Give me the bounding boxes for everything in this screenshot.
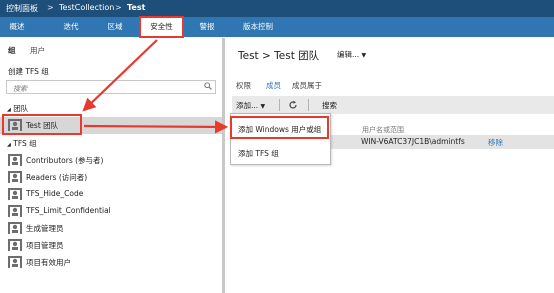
group-icon <box>8 171 22 183</box>
menu-item-highlight-box <box>230 116 329 139</box>
breadcrumb-root[interactable]: 控制面板 <box>6 3 38 14</box>
tab-areas[interactable]: 区域 <box>98 17 132 37</box>
tfs-groups-section-header[interactable]: ◢ TFS 组 <box>7 138 37 149</box>
group-row[interactable]: 项目有效用户 <box>0 254 222 271</box>
search-button[interactable]: 搜索 <box>322 100 337 111</box>
toolbar-divider <box>308 99 309 111</box>
tab-alerts[interactable]: 警报 <box>190 17 224 37</box>
mode-groups-toggle[interactable]: 组 <box>8 45 16 56</box>
group-search-field[interactable] <box>6 80 216 95</box>
members-toolbar: 添加... ▼ 搜索 <box>232 96 554 114</box>
toolbar-divider <box>279 99 280 111</box>
add-menu-button[interactable]: 添加... ▼ <box>236 100 265 111</box>
chevron-down-icon: ▼ <box>260 103 266 110</box>
breadcrumb-separator: > <box>115 3 122 12</box>
collapse-triangle-icon[interactable]: ◢ <box>7 142 11 148</box>
group-label: TFS_Limit_Confidential <box>26 206 111 215</box>
create-tfs-group-link[interactable]: 创建 TFS 组 <box>8 66 49 77</box>
breadcrumb: 控制面板 > TestCollection > Test <box>0 0 554 17</box>
tab-version-control[interactable]: 版本控制 <box>234 17 282 37</box>
refresh-icon[interactable] <box>288 100 298 110</box>
teams-section-header[interactable]: ◢ 团队 <box>7 103 28 114</box>
group-row[interactable]: Readers (访问者) <box>0 169 222 186</box>
group-label: Contributors (参与者) <box>26 156 104 165</box>
add-tfs-group-menu-item[interactable]: 添加 TFS 组 <box>238 148 279 159</box>
tab-overview[interactable]: 概述 <box>0 17 34 37</box>
subtab-permissions[interactable]: 权限 <box>236 80 251 91</box>
tab-highlight-box <box>139 16 184 38</box>
search-input[interactable] <box>11 82 195 95</box>
group-row[interactable]: 生成管理员 <box>0 220 222 237</box>
tab-iterations[interactable]: 迭代 <box>54 17 88 37</box>
group-label: 生成管理员 <box>26 224 64 233</box>
member-account: WIN-V6ATC37JC1B\admintfs <box>361 137 465 146</box>
selection-highlight-box <box>2 114 82 135</box>
group-icon <box>8 239 22 251</box>
group-icon <box>8 188 22 200</box>
edit-menu-button[interactable]: 编辑... ▼ <box>337 49 366 60</box>
right-panel: Test > Test 团队 编辑... ▼ 权限 成员 成员属于 添加... … <box>225 38 554 293</box>
group-row[interactable]: Contributors (参与者) <box>0 152 222 169</box>
breadcrumb-separator: > <box>47 3 54 12</box>
group-icon <box>8 256 22 268</box>
group-label: TFS_Hide_Code <box>26 189 84 198</box>
subtab-member-of[interactable]: 成员属于 <box>292 80 322 91</box>
group-label: 项目有效用户 <box>26 258 71 267</box>
group-icon <box>8 222 22 234</box>
group-row[interactable]: 项目管理员 <box>0 237 222 254</box>
admin-tab-bar: 概述 迭代 区域 安全性 警报 版本控制 <box>0 17 554 37</box>
group-row[interactable]: TFS_Hide_Code <box>0 186 222 203</box>
breadcrumb-collection[interactable]: TestCollection <box>59 3 114 12</box>
subtab-members[interactable]: 成员 <box>266 80 281 91</box>
group-icon <box>8 154 22 166</box>
page-title: Test > Test 团队 <box>238 50 320 62</box>
group-label: 项目管理员 <box>26 241 64 250</box>
remove-member-link[interactable]: 移除 <box>488 137 503 148</box>
group-label: Readers (访问者) <box>26 173 88 182</box>
chevron-down-icon: ▼ <box>361 52 367 59</box>
search-icon[interactable] <box>204 82 212 90</box>
group-icon <box>8 205 22 217</box>
breadcrumb-project: Test <box>127 3 146 12</box>
mode-users-toggle[interactable]: 用户 <box>30 45 45 56</box>
collapse-triangle-icon[interactable]: ◢ <box>7 107 11 113</box>
group-row[interactable]: TFS_Limit_Confidential <box>0 203 222 220</box>
column-header-username[interactable]: 用户名或范围 <box>362 125 404 135</box>
